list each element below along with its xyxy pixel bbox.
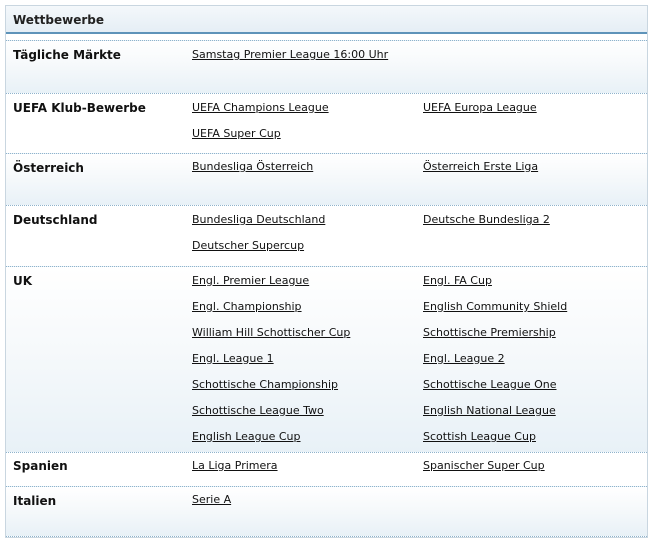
section-austria: Österreich Bundesliga Österreich Österre… [6,153,647,206]
competition-link[interactable]: Schottische Championship [192,378,423,404]
section-label: Spanien [13,459,68,473]
competition-link[interactable]: La Liga Primera [192,459,423,485]
competition-link[interactable]: English Community Shield [423,300,632,326]
competition-link[interactable]: Schottische League One [423,378,632,404]
section-label: UEFA Klub-Bewerbe [13,101,146,115]
competition-links: Bundesliga Deutschland Deutsche Bundesli… [192,213,632,265]
competition-links: La Liga Primera Spanischer Super Cup [192,459,632,485]
competition-link[interactable]: Österreich Erste Liga [423,160,632,186]
competition-link[interactable]: UEFA Super Cup [192,127,423,153]
competition-link[interactable]: Engl. League 2 [423,352,632,378]
competition-link[interactable]: Schottische League Two [192,404,423,430]
competition-links: Bundesliga Österreich Österreich Erste L… [192,160,632,186]
competition-links: Serie A [192,493,632,519]
section-label: Italien [13,494,57,508]
competition-link[interactable]: Schottische Premiership [423,326,632,352]
competition-link[interactable]: Deutscher Supercup [192,239,423,265]
section-germany: Deutschland Bundesliga Deutschland Deuts… [6,206,647,266]
competition-link[interactable]: Deutsche Bundesliga 2 [423,213,632,239]
competition-link[interactable]: Serie A [192,493,423,519]
competition-link[interactable]: UEFA Champions League [192,101,423,127]
section-label: UK [13,274,33,288]
section-spain: Spanien La Liga Primera Spanischer Super… [6,453,647,486]
competition-link[interactable]: Bundesliga Deutschland [192,213,423,239]
panel-title: Wettbewerbe [13,13,105,27]
competition-link[interactable]: Engl. Premier League [192,274,423,300]
competition-link[interactable]: English National League [423,404,632,430]
section-daily-markets: Tägliche Märkte Samstag Premier League 1… [6,40,647,94]
competition-links: Engl. Premier League Engl. FA Cup Engl. … [192,274,632,456]
competition-link[interactable]: Engl. Championship [192,300,423,326]
section-uk: UK Engl. Premier League Engl. FA Cup Eng… [6,266,647,453]
competition-link[interactable]: Samstag Premier League 16:00 Uhr [192,48,423,74]
section-label: Tägliche Märkte [13,48,121,62]
competition-link[interactable]: Bundesliga Österreich [192,160,423,186]
competition-links: Samstag Premier League 16:00 Uhr [192,48,632,74]
section-label: Österreich [13,161,84,175]
competition-link[interactable]: UEFA Europa League [423,101,632,127]
competitions-panel: Wettbewerbe Tägliche Märkte Samstag Prem… [5,5,648,538]
competition-link[interactable]: William Hill Schottischer Cup [192,326,423,352]
competition-link[interactable]: Engl. FA Cup [423,274,632,300]
competition-link[interactable]: Engl. League 1 [192,352,423,378]
section-label: Deutschland [13,213,98,227]
competition-links: UEFA Champions League UEFA Europa League… [192,101,632,153]
section-uefa-club-competitions: UEFA Klub-Bewerbe UEFA Champions League … [6,94,647,153]
section-italy: Italien Serie A [6,486,647,537]
competition-link[interactable]: Spanischer Super Cup [423,459,632,485]
panel-header: Wettbewerbe [6,6,647,34]
